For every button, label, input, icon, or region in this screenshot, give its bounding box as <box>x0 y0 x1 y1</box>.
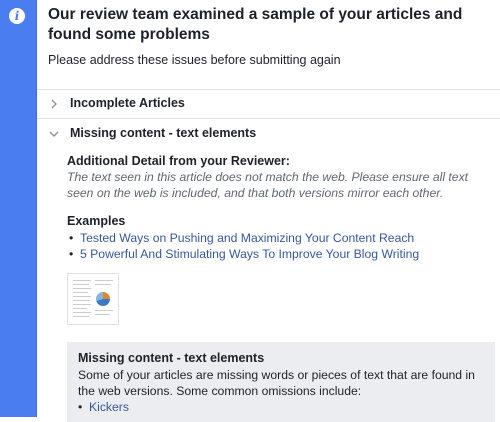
page-title: Our review team examined a sample of you… <box>48 6 463 43</box>
list-item: Kickers <box>78 399 129 415</box>
example-link[interactable]: Tested Ways on Pushing and Maximizing Yo… <box>80 231 414 245</box>
info-icon: i <box>9 8 25 24</box>
example-link[interactable]: 5 Powerful And Stimulating Ways To Impro… <box>80 247 419 261</box>
article-thumbnail[interactable] <box>67 273 119 325</box>
page-subtitle: Please address these issues before submi… <box>48 53 341 67</box>
list-item: Tested Ways on Pushing and Maximizing Yo… <box>67 230 419 246</box>
divider <box>37 118 500 119</box>
chevron-right-icon <box>51 99 57 109</box>
omissions-list: Kickers <box>78 399 129 415</box>
section-incomplete-articles[interactable]: Incomplete Articles <box>37 90 500 118</box>
reviewer-detail-text: The text seen in this article does not m… <box>67 170 469 200</box>
reviewer-detail-heading: Additional Detail from your Reviewer: <box>67 154 290 168</box>
chevron-down-icon <box>49 131 59 137</box>
section-missing-content[interactable]: Missing content - text elements <box>37 120 500 148</box>
examples-heading: Examples <box>67 214 126 228</box>
review-panel: Our review team examined a sample of you… <box>36 0 500 422</box>
section-title: Missing content - text elements <box>70 126 257 140</box>
section-title: Incomplete Articles <box>70 96 185 110</box>
list-item: 5 Powerful And Stimulating Ways To Impro… <box>67 246 419 262</box>
omission-link[interactable]: Kickers <box>89 400 129 414</box>
info-box-title: Missing content - text elements <box>78 351 265 365</box>
info-box-text: Some of your articles are missing words … <box>78 368 475 398</box>
info-box: Missing content - text elements Some of … <box>67 342 495 422</box>
info-sidebar: i <box>0 0 36 417</box>
examples-list: Tested Ways on Pushing and Maximizing Yo… <box>67 230 419 262</box>
